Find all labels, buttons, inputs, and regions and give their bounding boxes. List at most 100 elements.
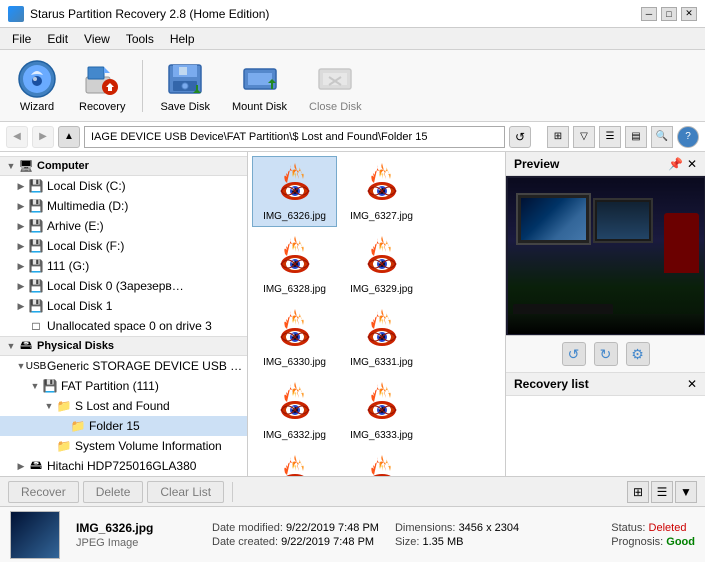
filter-button[interactable]: ▽ (573, 126, 595, 148)
preview-image (508, 178, 704, 334)
wizard-button[interactable]: Wizard (8, 54, 66, 118)
status-filename: IMG_6326.jpg (76, 521, 196, 535)
file-item[interactable]: IMG_6328.jpg (252, 229, 337, 300)
file-item[interactable]: IMG_6326.jpg (252, 156, 337, 227)
view-details-button[interactable]: ☰ (599, 126, 621, 148)
view-tiles-button[interactable]: ▤ (625, 126, 647, 148)
preview-settings-button[interactable]: ⚙ (626, 342, 650, 366)
file-name: IMG_6329.jpg (350, 284, 413, 295)
rotate-left-button[interactable]: ↺ (562, 342, 586, 366)
preview-close-button[interactable]: ✕ (687, 157, 697, 171)
status-dimensions: Dimensions: 3456 x 2304 Size: 1.35 MB (395, 522, 519, 548)
address-input[interactable] (84, 126, 505, 148)
size-label: Size: (395, 536, 419, 548)
physical-disks-section[interactable]: ▼ 🖴 Physical Disks (0, 336, 247, 356)
recover-button[interactable]: Recover (8, 481, 79, 503)
recovery-list-area (506, 396, 705, 476)
tree-item-folder15[interactable]: 📁 Folder 15 (0, 416, 247, 436)
tree-item-lost-found[interactable]: ▼ 📁 S Lost and Found (0, 396, 247, 416)
menu-file[interactable]: File (4, 30, 39, 48)
rotate-right-button[interactable]: ↻ (594, 342, 618, 366)
tree-item-hitachi[interactable]: ▶ 🖴 Hitachi HDP725016GLA380 (0, 456, 247, 476)
file-name: IMG_6328.jpg (263, 284, 326, 295)
created-label: Date created: (212, 536, 278, 548)
menu-edit[interactable]: Edit (39, 30, 76, 48)
status-filetype: JPEG Image (76, 537, 196, 549)
status-file-info: IMG_6326.jpg JPEG Image (76, 521, 196, 549)
tree-item-unallocated[interactable]: □ Unallocated space 0 on drive 3 (0, 316, 247, 336)
grid-view-button[interactable]: ⊞ (627, 481, 649, 503)
tree-panel: ▼ 🖥 Computer ▶ 💾 Local Disk (C:) ▶ 💾 Mul… (0, 152, 248, 476)
list-view-button[interactable]: ☰ (651, 481, 673, 503)
recovery-list-title: Recovery list (514, 377, 589, 391)
preview-pin-button[interactable]: 📌 (668, 157, 683, 171)
computer-expand[interactable]: ▼ (4, 159, 18, 173)
tree-item-disk1[interactable]: ▶ 💾 Local Disk 1 (0, 296, 247, 316)
file-item[interactable]: IMG_6327.jpg (339, 156, 424, 227)
maximize-button[interactable]: □ (661, 7, 677, 21)
view-large-button[interactable]: ⊞ (547, 126, 569, 148)
file-icon (358, 453, 406, 476)
prognosis-label: Prognosis: (611, 536, 663, 548)
delete-button[interactable]: Delete (83, 481, 144, 503)
clear-list-button[interactable]: Clear List (147, 481, 224, 503)
menu-tools[interactable]: Tools (118, 30, 162, 48)
file-item[interactable]: IMG_6335.jpg (339, 448, 424, 476)
go-button[interactable]: ↺ (509, 126, 531, 148)
menu-help[interactable]: Help (162, 30, 203, 48)
file-name: IMG_6326.jpg (263, 211, 326, 222)
tree-item-usb[interactable]: ▼ USB Generic STORAGE DEVICE USB Device (0, 356, 247, 376)
search-button[interactable]: 🔍 (651, 126, 673, 148)
up-button[interactable]: ▲ (58, 126, 80, 148)
file-item[interactable]: IMG_6332.jpg (252, 375, 337, 446)
status-dates: Date modified: 9/22/2019 7:48 PM Date cr… (212, 522, 379, 548)
tree-item-g[interactable]: ▶ 💾 111 (G:) (0, 256, 247, 276)
file-name: IMG_6332.jpg (263, 430, 326, 441)
tree-item-c[interactable]: ▶ 💾 Local Disk (C:) (0, 176, 247, 196)
wizard-icon (17, 59, 57, 99)
mount-disk-label: Mount Disk (232, 101, 287, 113)
tree-item-fat[interactable]: ▼ 💾 FAT Partition (111) (0, 376, 247, 396)
app-title: Starus Partition Recovery 2.8 (Home Edit… (30, 7, 269, 21)
status-right: Status: Deleted Prognosis: Good (611, 522, 695, 548)
file-icon (358, 161, 406, 209)
computer-section[interactable]: ▼ 🖥 Computer (0, 156, 247, 176)
minimize-button[interactable]: ─ (641, 7, 657, 21)
tree-item-sysvolinfo[interactable]: 📁 System Volume Information (0, 436, 247, 456)
recovery-button[interactable]: Recovery (70, 54, 134, 118)
file-icon (271, 307, 319, 355)
file-item[interactable]: IMG_6334.jpg (252, 448, 337, 476)
preview-header: Preview 📌 ✕ (506, 152, 705, 176)
file-icon (271, 380, 319, 428)
preview-area (506, 176, 705, 336)
save-disk-button[interactable]: Save Disk (151, 54, 219, 118)
menu-bar: File Edit View Tools Help (0, 28, 705, 50)
tree-item-e[interactable]: ▶ 💾 Arhive (E:) (0, 216, 247, 236)
forward-button[interactable]: ▶ (32, 126, 54, 148)
close-button[interactable]: ✕ (681, 7, 697, 21)
file-item[interactable]: IMG_6331.jpg (339, 302, 424, 373)
recovery-label: Recovery (79, 101, 125, 113)
title-bar: Starus Partition Recovery 2.8 (Home Edit… (0, 0, 705, 28)
right-panel: Preview 📌 ✕ (505, 152, 705, 476)
tree-item-f[interactable]: ▶ 💾 Local Disk (F:) (0, 236, 247, 256)
file-item[interactable]: IMG_6329.jpg (339, 229, 424, 300)
recovery-list-close-button[interactable]: ✕ (687, 377, 697, 391)
menu-view[interactable]: View (76, 30, 118, 48)
dropdown-button[interactable]: ▼ (675, 481, 697, 503)
toolbar: Wizard Recovery (0, 50, 705, 122)
wizard-label: Wizard (20, 101, 54, 113)
back-button[interactable]: ◀ (6, 126, 28, 148)
tree-item-d[interactable]: ▶ 💾 Multimedia (D:) (0, 196, 247, 216)
status-bar: IMG_6326.jpg JPEG Image Date modified: 9… (0, 506, 705, 562)
help-button[interactable]: ? (677, 126, 699, 148)
close-disk-button[interactable]: Close Disk (300, 54, 371, 118)
file-item[interactable]: IMG_6330.jpg (252, 302, 337, 373)
file-item[interactable]: IMG_6333.jpg (339, 375, 424, 446)
prognosis-value: Good (666, 536, 695, 548)
file-icon (271, 161, 319, 209)
save-disk-icon (165, 59, 205, 99)
address-bar: ◀ ▶ ▲ ↺ ⊞ ▽ ☰ ▤ 🔍 ? (0, 122, 705, 152)
tree-item-disk0[interactable]: ▶ 💾 Local Disk 0 (Зарезервировано систе.… (0, 276, 247, 296)
mount-disk-button[interactable]: Mount Disk (223, 54, 296, 118)
